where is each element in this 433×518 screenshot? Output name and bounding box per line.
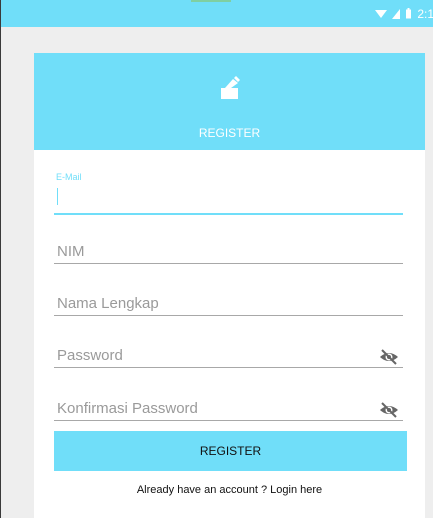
full-name-field[interactable]: Nama Lengkap (54, 295, 403, 319)
nim-field[interactable]: NIM (54, 243, 403, 267)
password-underline (54, 367, 403, 368)
confirm-password-underline (54, 420, 403, 421)
password-placeholder: Password (57, 347, 123, 364)
email-underline (54, 213, 403, 215)
password-field[interactable]: Password (54, 347, 403, 371)
email-field[interactable]: E-Mail (54, 172, 403, 217)
register-screen: 2:1 REGISTER E-Mail NIM Nama Lengkap Pas… (0, 0, 433, 518)
confirm-password-placeholder: Konfirmasi Password (57, 400, 198, 417)
nim-underline (54, 263, 403, 264)
signal-icon (392, 8, 401, 19)
register-card: REGISTER E-Mail NIM Nama Lengkap Passwor… (34, 53, 425, 518)
battery-icon (406, 8, 412, 19)
login-link[interactable]: Already have an account ? Login here (34, 484, 425, 496)
status-bar: 2:1 (1, 0, 433, 27)
confirm-password-field[interactable]: Konfirmasi Password (54, 400, 403, 424)
confirm-password-visibility-toggle[interactable] (379, 402, 399, 418)
status-bar-accent (191, 0, 231, 2)
password-visibility-toggle[interactable] (379, 349, 399, 365)
full-name-underline (54, 315, 403, 316)
nim-placeholder: NIM (57, 243, 85, 260)
text-cursor (57, 188, 58, 205)
header-title: REGISTER (198, 126, 261, 140)
status-icons: 2:1 (375, 0, 433, 27)
wifi-icon (375, 9, 388, 18)
full-name-placeholder: Nama Lengkap (57, 295, 159, 312)
register-button[interactable]: REGISTER (54, 431, 407, 471)
register-header: REGISTER (34, 53, 425, 150)
email-label: E-Mail (56, 172, 82, 182)
edit-box-icon (221, 76, 240, 99)
status-time: 2:1 (417, 6, 433, 21)
